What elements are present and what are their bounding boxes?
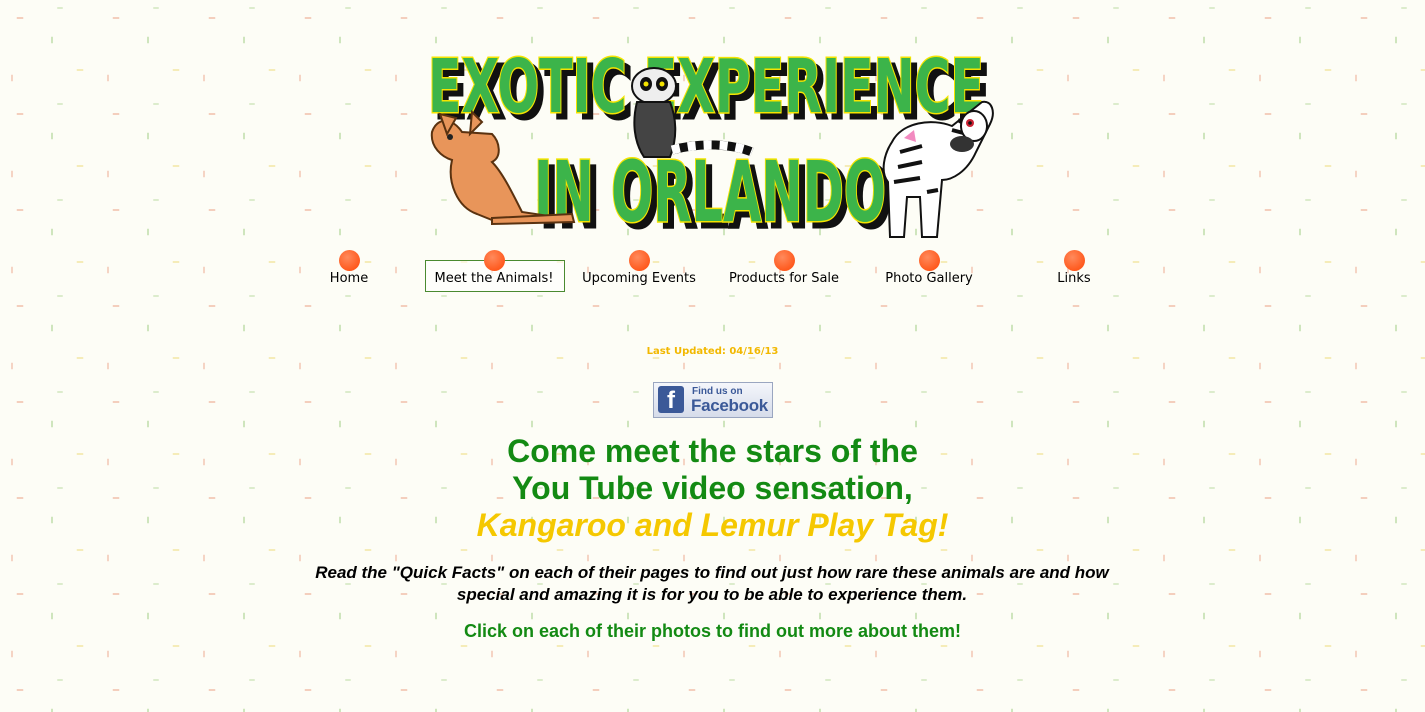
- nav-label-meet-the-animals: Meet the Animals!: [434, 271, 554, 286]
- last-updated-text: Last Updated: 04/16/13: [646, 346, 779, 357]
- main-nav: Home Meet the Animals! Upcoming Events P…: [279, 250, 1146, 294]
- logo-line1: EXOTIC EXPERIENCE: [428, 44, 984, 130]
- nav-item-products-for-sale[interactable]: Products for Sale: [714, 250, 854, 292]
- nav-label-home: Home: [329, 271, 369, 286]
- facebook-f-glyph: f: [667, 387, 675, 414]
- logo-line2: IN ORLANDO: [534, 143, 886, 241]
- nav-label-links: Links: [1057, 271, 1091, 286]
- quick-facts-text: Read the "Quick Facts" on each of their …: [315, 563, 1109, 604]
- nav-bullet-icon: [629, 250, 650, 271]
- headline-line-2: You Tube video sensation,: [512, 470, 913, 506]
- nav-label-products-for-sale: Products for Sale: [728, 271, 840, 286]
- nav-bullet-icon: [484, 250, 505, 271]
- nav-label-upcoming-events: Upcoming Events: [582, 271, 696, 286]
- site-logo[interactable]: EXOTIC EXPERIENCE EXOTIC EXPERIENCE IN O…: [422, 22, 998, 248]
- headline-video-title: Kangaroo and Lemur Play Tag!: [476, 507, 949, 543]
- facebook-button[interactable]: f Find us on Facebook: [653, 382, 773, 418]
- nav-bullet-icon: [774, 250, 795, 271]
- nav-item-meet-the-animals[interactable]: Meet the Animals!: [424, 250, 565, 292]
- nav-item-home[interactable]: Home: [279, 250, 419, 292]
- nav-item-links[interactable]: Links: [1004, 250, 1144, 292]
- logo-graphic: EXOTIC EXPERIENCE EXOTIC EXPERIENCE IN O…: [427, 43, 994, 248]
- headline-line-1: Come meet the stars of the: [507, 433, 918, 469]
- nav-label-photo-gallery: Photo Gallery: [885, 271, 973, 286]
- click-photos-text: Click on each of their photos to find ou…: [464, 621, 961, 641]
- facebook-label: Facebook: [691, 396, 768, 415]
- nav-bullet-icon: [1064, 250, 1085, 271]
- nav-bullet-icon: [339, 250, 360, 271]
- nav-bullet-icon: [919, 250, 940, 271]
- facebook-icon: f: [658, 386, 684, 414]
- nav-item-upcoming-events[interactable]: Upcoming Events: [569, 250, 709, 292]
- nav-item-photo-gallery[interactable]: Photo Gallery: [859, 250, 999, 292]
